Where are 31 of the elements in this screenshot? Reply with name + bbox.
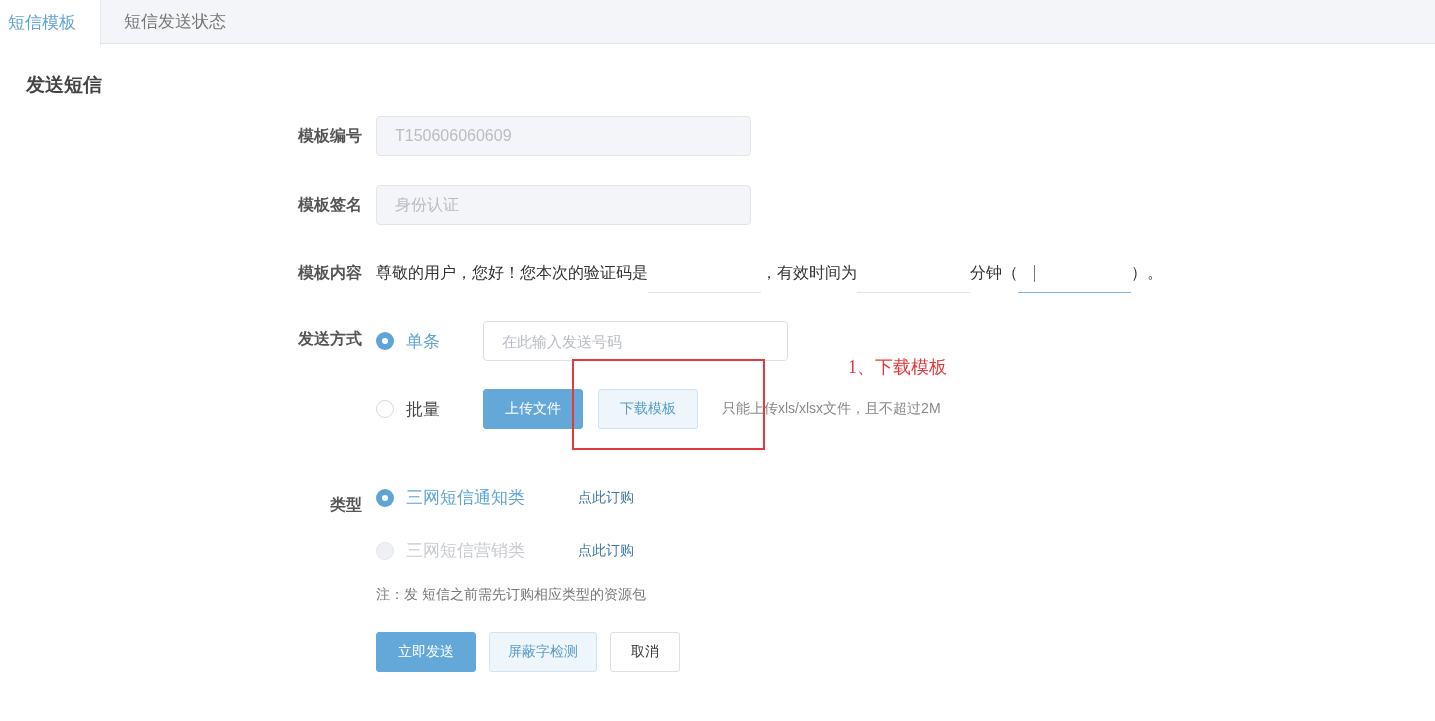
radio-label: 三网短信通知类 xyxy=(406,487,525,509)
phone-number-field[interactable]: 在此输入发送号码 xyxy=(483,321,788,361)
action-button[interactable]: 立即发送 xyxy=(376,632,476,672)
template-text: ，有效时间为 xyxy=(761,262,857,283)
text-cursor xyxy=(1034,264,1035,282)
radio-button[interactable] xyxy=(376,400,394,418)
tab[interactable]: 短信发送状态 xyxy=(101,0,250,43)
download-template-button[interactable]: 下载模板 xyxy=(598,389,698,429)
field-label: 模板内容 xyxy=(298,262,362,283)
radio-label: 批量 xyxy=(406,398,440,421)
field-label: 模板签名 xyxy=(298,194,362,215)
action-button[interactable]: 屏蔽字检测 xyxy=(489,632,597,672)
template-text: ）。 xyxy=(1131,262,1163,283)
upload-hint: 只能上传xls/xlsx文件，且不超过2M xyxy=(722,400,941,418)
order-link[interactable]: 点此订购 xyxy=(578,488,634,507)
section-title: 发送短信 xyxy=(26,73,103,97)
tab[interactable]: 短信模板 xyxy=(0,0,101,45)
radio-button[interactable] xyxy=(376,332,394,350)
template-id-field[interactable]: T150606060609 xyxy=(376,116,751,156)
template-text: 分钟（ xyxy=(970,262,1018,283)
radio-label: 单条 xyxy=(406,330,440,353)
annotation-text: 1、下载模板 xyxy=(848,356,947,379)
field-label: 类型 xyxy=(330,495,362,515)
signature-field[interactable]: 身份认证 xyxy=(376,185,751,225)
action-button[interactable]: 取消 xyxy=(610,632,680,672)
note-text: 注：发 短信之前需先订购相应类型的资源包 xyxy=(376,586,647,604)
upload-file-button[interactable]: 上传文件 xyxy=(483,389,583,429)
template-text: 尊敬的用户，您好！您本次的验证码是 xyxy=(376,262,648,283)
radio-button[interactable] xyxy=(376,488,394,507)
field-label: 模板编号 xyxy=(298,125,362,146)
field-label: 发送方式 xyxy=(298,329,362,349)
